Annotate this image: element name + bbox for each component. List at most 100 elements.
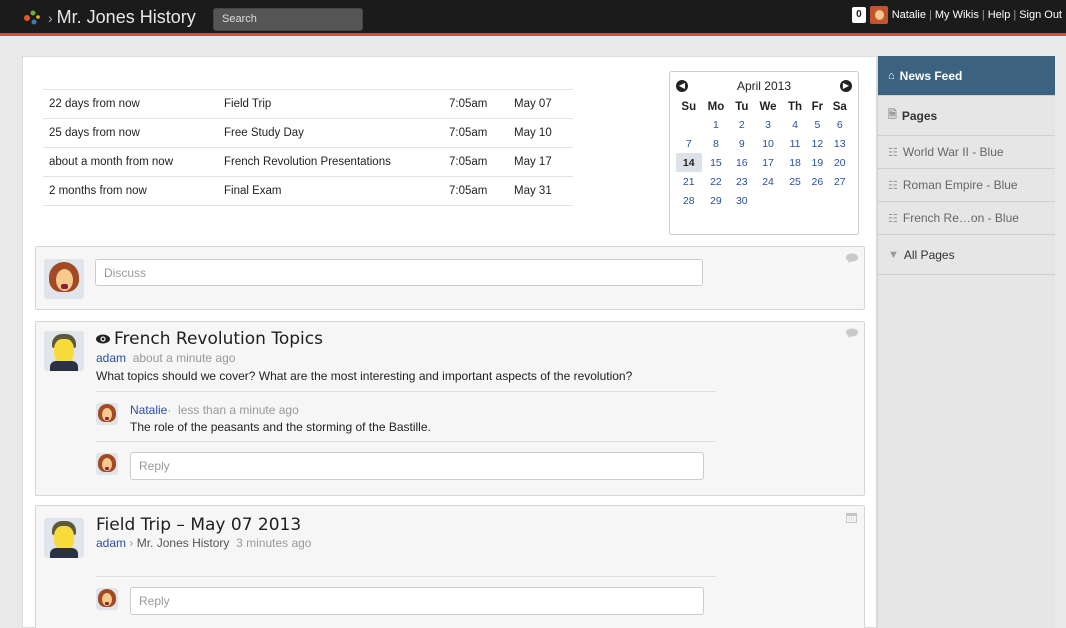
calendar-day[interactable]: 2 bbox=[730, 115, 753, 134]
next-month-icon[interactable]: ▶ bbox=[839, 80, 852, 92]
calendar-weekday: Tu bbox=[735, 100, 749, 113]
calendar-day[interactable]: 6 bbox=[828, 115, 852, 134]
calendar-day[interactable]: 11 bbox=[783, 134, 807, 153]
event-relative: 2 months from now bbox=[43, 176, 218, 206]
calendar-day[interactable]: 10 bbox=[753, 134, 783, 153]
post-time: 3 minutes ago bbox=[236, 536, 312, 550]
calendar-day[interactable]: 26 bbox=[807, 172, 827, 191]
calendar-week: 28 29 30 bbox=[676, 191, 852, 210]
comment-time: less than a minute ago bbox=[178, 403, 299, 417]
calendar-day[interactable]: 1 bbox=[702, 115, 731, 134]
calendar-weekday: Su bbox=[681, 100, 697, 113]
calendar-day[interactable]: 24 bbox=[753, 172, 783, 191]
calendar-day[interactable]: 4 bbox=[783, 115, 807, 134]
calendar-empty-cell bbox=[676, 115, 702, 134]
calendar-day[interactable]: 8 bbox=[702, 134, 731, 153]
calendar-day[interactable]: 9 bbox=[730, 134, 753, 153]
sidebar-item-news-feed[interactable]: ⌂ News Feed bbox=[878, 56, 1055, 96]
calendar-day[interactable]: 3 bbox=[753, 115, 783, 134]
context-link[interactable]: Mr. Jones History bbox=[137, 536, 230, 550]
author-link[interactable]: adam bbox=[96, 351, 126, 365]
post-title[interactable]: French Revolution Topics bbox=[96, 329, 323, 349]
calendar-day[interactable]: 7 bbox=[676, 134, 702, 153]
sidebar-page-item[interactable]: ☷ World War II - Blue bbox=[878, 136, 1055, 169]
calendar-day[interactable]: 22 bbox=[702, 172, 731, 191]
divider bbox=[96, 391, 716, 392]
table-row[interactable]: 22 days from now Field Trip 7:05am May 0… bbox=[43, 89, 573, 119]
sidebar-item-pages[interactable]: 🗎 Pages bbox=[878, 96, 1055, 136]
user-avatar[interactable] bbox=[869, 6, 888, 24]
calendar-day[interactable]: 13 bbox=[828, 134, 852, 153]
comment-meta: Natalie· less than a minute ago bbox=[130, 403, 299, 417]
previous-month-icon[interactable]: ◀ bbox=[676, 80, 688, 92]
calendar-widget: ◀ April 2013 ▶ Su Mo Tu We Th Fr Sa 1234567891… bbox=[669, 71, 859, 235]
avatar[interactable] bbox=[44, 331, 84, 371]
calendar-day[interactable]: 27 bbox=[828, 172, 852, 191]
link-separator: | bbox=[928, 9, 932, 21]
user-name-link[interactable]: Natalie bbox=[892, 9, 926, 21]
calendar-day[interactable]: 28 bbox=[676, 191, 702, 210]
calendar-empty-cell bbox=[783, 191, 807, 210]
calendar-day[interactable]: 25 bbox=[783, 172, 807, 191]
sitemap-icon: ☷ bbox=[888, 179, 898, 192]
event-title[interactable]: Final Exam bbox=[218, 176, 443, 206]
event-title[interactable]: French Revolution Presentations bbox=[218, 147, 443, 177]
sidebar-item-label: News Feed bbox=[899, 68, 963, 83]
caret-down-icon: ▼ bbox=[888, 248, 899, 261]
calendar-empty-cell bbox=[828, 191, 852, 210]
calendar-day[interactable]: 17 bbox=[753, 153, 783, 172]
calendar-day[interactable]: 29 bbox=[702, 191, 731, 210]
help-link[interactable]: Help bbox=[988, 9, 1011, 21]
my-wikis-link[interactable]: My Wikis bbox=[935, 9, 979, 21]
reply-input[interactable]: Reply bbox=[130, 452, 704, 480]
calendar-day[interactable]: 5 bbox=[807, 115, 827, 134]
event-date: May 31 bbox=[508, 176, 573, 206]
post-body: What topics should we cover? What are th… bbox=[96, 369, 633, 383]
calendar-day[interactable]: 14 bbox=[676, 153, 702, 172]
calendar-day[interactable]: 16 bbox=[730, 153, 753, 172]
discuss-input[interactable]: Discuss bbox=[95, 259, 703, 286]
author-link[interactable]: Natalie bbox=[130, 403, 167, 417]
calendar-day[interactable]: 15 bbox=[702, 153, 731, 172]
document-icon: 🗎 bbox=[888, 109, 897, 121]
sign-out-link[interactable]: Sign Out bbox=[1019, 9, 1062, 21]
link-separator: | bbox=[981, 9, 985, 21]
table-row[interactable]: 25 days from now Free Study Day 7:05am M… bbox=[43, 118, 573, 148]
post-card: French Revolution Topics adam about a mi… bbox=[35, 321, 865, 496]
sidebar-item-all-pages[interactable]: ▼ All Pages bbox=[878, 235, 1055, 275]
event-title[interactable]: Free Study Day bbox=[218, 118, 443, 148]
post-title[interactable]: Field Trip – May 07 2013 bbox=[96, 515, 301, 535]
event-date: May 10 bbox=[508, 118, 573, 148]
logo-icon[interactable] bbox=[22, 9, 42, 27]
chevron-right-icon: › bbox=[129, 536, 134, 550]
link-separator: | bbox=[1013, 9, 1017, 21]
site-title[interactable]: › Mr. Jones History bbox=[48, 7, 196, 28]
calendar-empty-cell bbox=[807, 191, 827, 210]
author-link[interactable]: adam bbox=[96, 536, 126, 550]
event-time: 7:05am bbox=[443, 89, 508, 119]
sidebar-item-label: Pages bbox=[901, 108, 938, 123]
calendar-day[interactable]: 23 bbox=[730, 172, 753, 191]
calendar-day[interactable]: 18 bbox=[783, 153, 807, 172]
table-row[interactable]: 2 months from now Final Exam 7:05am May … bbox=[43, 176, 573, 206]
sidebar-page-item[interactable]: ☷ French Re…on - Blue bbox=[878, 202, 1055, 235]
calendar-day[interactable]: 21 bbox=[676, 172, 702, 191]
calendar-day[interactable]: 12 bbox=[807, 134, 827, 153]
avatar[interactable] bbox=[96, 403, 118, 425]
reply-input[interactable]: Reply bbox=[130, 587, 704, 615]
sidebar-page-item[interactable]: ☷ Roman Empire - Blue bbox=[878, 169, 1055, 202]
event-date: May 07 bbox=[508, 89, 573, 119]
event-date: May 17 bbox=[508, 147, 573, 177]
avatar[interactable] bbox=[44, 259, 84, 299]
search-input[interactable]: Search bbox=[213, 8, 363, 31]
table-row[interactable]: about a month from now French Revolution… bbox=[43, 147, 573, 177]
avatar[interactable] bbox=[44, 518, 84, 558]
event-relative: about a month from now bbox=[43, 147, 218, 177]
calendar-day[interactable]: 19 bbox=[807, 153, 827, 172]
calendar-day[interactable]: 20 bbox=[828, 153, 852, 172]
event-relative: 25 days from now bbox=[43, 118, 218, 148]
calendar-header: ◀ April 2013 ▶ bbox=[676, 76, 852, 96]
calendar-day[interactable]: 30 bbox=[730, 191, 753, 210]
event-title[interactable]: Field Trip bbox=[218, 89, 443, 119]
notifications-badge[interactable]: 0 bbox=[852, 7, 866, 23]
